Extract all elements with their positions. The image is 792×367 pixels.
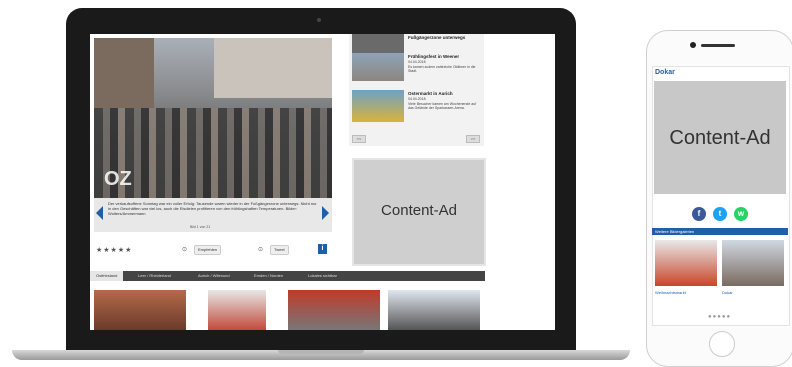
photo-watermark: OZ	[104, 168, 132, 190]
news-title: Fußgängerzone unterwegs	[408, 35, 466, 40]
phone-gallery-thumb[interactable]	[655, 240, 717, 286]
content-ad-label: Content-Ad	[381, 202, 457, 219]
info-button[interactable]: i	[318, 244, 327, 254]
facebook-icon[interactable]: f	[692, 207, 706, 221]
gallery-prev-arrow-icon[interactable]	[96, 206, 103, 220]
phone-speaker	[701, 44, 735, 47]
news-title: Frühlingsfest in Weener	[408, 54, 460, 59]
gallery-photo[interactable]: OZ	[94, 38, 332, 198]
gallery-next-arrow-icon[interactable]	[322, 206, 329, 220]
news-date: 04.04.2018	[408, 97, 426, 101]
home-button[interactable]	[709, 331, 735, 357]
news-desc: Es kamen zudem zahlreiche Oldtimer in di…	[408, 65, 476, 73]
rating-stars[interactable]: ★★★★★	[96, 246, 132, 254]
twitter-icon[interactable]: t	[713, 207, 727, 221]
phone-content-ad[interactable]: Content-Ad	[654, 81, 786, 194]
article-thumb[interactable]	[388, 290, 480, 330]
laptop-camera	[317, 18, 321, 22]
tab-leer[interactable]: Leer / Rheiderland	[132, 271, 177, 281]
content-ad[interactable]: Content-Ad	[352, 158, 486, 266]
news-prev-button[interactable]: <<	[352, 135, 366, 143]
toggle-icon[interactable]: ⊙	[182, 246, 187, 253]
news-date: 04.04.2018	[408, 60, 426, 64]
tab-ostfriesland[interactable]: Ostfriesland	[90, 271, 124, 281]
gallery-count: Bild 1 von 21	[190, 225, 211, 229]
phone-page-title: Dokar	[655, 69, 675, 76]
laptop-notch	[278, 350, 364, 354]
laptop-screen: OZ Der verkaufsoffene Sonntag war ein vo…	[90, 34, 555, 330]
article-thumb[interactable]	[288, 290, 380, 330]
article-thumb[interactable]	[208, 290, 266, 330]
photo-building	[214, 38, 332, 98]
tab-emden[interactable]: Emden / Norden	[248, 271, 289, 281]
photo-building	[94, 38, 154, 108]
news-desc: Viele Besucher kamen am Wochenende auf d…	[408, 102, 477, 110]
tab-lokales[interactable]: Lokales sichtbar	[302, 271, 343, 281]
article-thumb[interactable]	[94, 290, 186, 330]
pager-dots[interactable]: ●●●●●	[708, 314, 731, 320]
phone-gallery-thumb[interactable]	[722, 240, 784, 286]
phone-section-title: Weitere Bildergalerien	[655, 229, 695, 234]
news-item[interactable]: Frühlingsfest in Weener 04.04.2018 Es ka…	[352, 49, 480, 81]
news-next-button[interactable]: >>	[466, 135, 480, 143]
recommend-button[interactable]: Empfehlen	[194, 245, 222, 255]
news-image	[352, 53, 404, 81]
toggle-icon[interactable]: ⊙	[258, 246, 263, 253]
news-item[interactable]: Ostermarkt in Aurich 04.04.2018 Viele Be…	[352, 86, 480, 122]
news-title: Ostermarkt in Aurich	[408, 91, 453, 96]
tweet-button[interactable]: Tweet	[270, 245, 289, 255]
tab-aurich[interactable]: Aurich / Wittmund	[192, 271, 236, 281]
phone-content-ad-label: Content-Ad	[669, 127, 771, 149]
phone-thumb-caption: Weihnachtsmarkt	[655, 290, 686, 295]
phone-thumb-caption: Dokar	[722, 290, 733, 295]
gallery-caption: Der verkaufsoffene Sonntag war ein volle…	[108, 201, 317, 216]
phone-camera	[690, 42, 696, 48]
whatsapp-icon[interactable]: w	[734, 207, 748, 221]
news-image	[352, 90, 404, 122]
